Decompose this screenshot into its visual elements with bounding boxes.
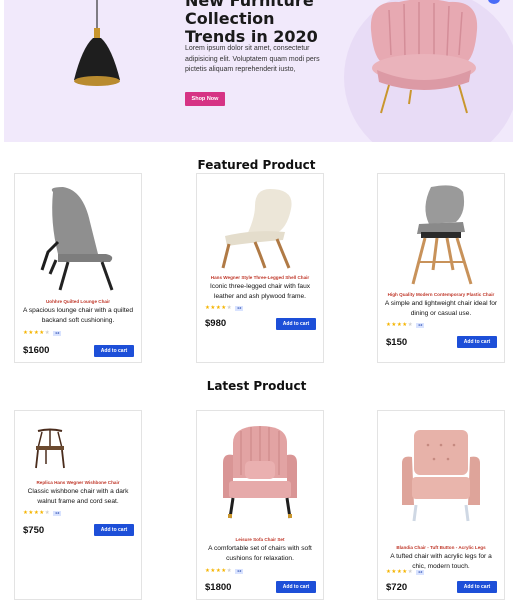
product-image	[378, 425, 504, 525]
hero-banner: New Furniture Collection Trends in 2020 …	[4, 0, 513, 142]
wishbone-chair-image	[35, 428, 65, 469]
product-description: Iconic three-legged chair with faux leat…	[209, 283, 311, 300]
product-price: $150	[386, 337, 408, 348]
product-card[interactable]: Leisure Sofa Chair Set A comfortable set…	[196, 410, 324, 600]
product-price: $1600	[23, 345, 50, 356]
hero-title: New Furniture Collection Trends in 2020	[185, 0, 335, 46]
product-price: $1800	[205, 582, 232, 593]
lounge-chair-image	[40, 187, 114, 291]
add-to-cart-button[interactable]: Add to cart	[276, 318, 316, 330]
star-rating-icon: ★★★★★	[23, 330, 51, 336]
product-card[interactable]: Hans Wegner Style Three-Legged Shell Cha…	[196, 173, 324, 363]
rating-badge: 4.0	[235, 305, 244, 311]
star-rating-icon: ★★★★★	[386, 569, 414, 575]
shop-now-button[interactable]: Shop Now	[185, 92, 225, 106]
star-rating-icon: ★★★★★	[23, 510, 51, 516]
hero-description: Lorem ipsum dolor sit amet, consectetur …	[185, 45, 320, 73]
hero-corner-dot	[488, 0, 500, 4]
product-description: A simple and lightweight chair ideal for…	[384, 300, 498, 317]
product-description: A comfortable set of chairs with soft cu…	[208, 545, 312, 562]
product-image	[15, 182, 141, 292]
product-card[interactable]: High Quality Modern Contemporary Plastic…	[377, 173, 505, 363]
shell-chair-image	[221, 189, 292, 269]
product-card[interactable]: Blandia Chair - Tuft Button - Acrylic Le…	[377, 410, 505, 600]
product-price: $750	[23, 525, 45, 536]
rating-badge: 4.0	[53, 510, 62, 516]
add-to-cart-button[interactable]: Add to cart	[276, 581, 316, 593]
product-card[interactable]: Uohhre Quilted Lounge Chair A spacious l…	[14, 173, 142, 363]
product-rating: ★★★★★ 4.0	[386, 568, 425, 576]
product-card[interactable]: Replica Hans Wegner Wishbone Chair Class…	[14, 410, 142, 600]
product-name[interactable]: Hans Wegner Style Three-Legged Shell Cha…	[200, 275, 320, 280]
latest-section-title: Latest Product	[206, 379, 307, 393]
product-image	[197, 184, 323, 269]
product-price: $980	[205, 318, 227, 329]
rating-badge: 4.0	[235, 568, 244, 574]
tufted-armchair-image	[402, 430, 480, 522]
pink-sofa-chair-image	[223, 426, 297, 519]
product-name[interactable]: Blandia Chair - Tuft Button - Acrylic Le…	[381, 545, 501, 550]
rating-badge: 4.0	[53, 330, 62, 336]
product-rating: ★★★★★ 4.0	[23, 329, 62, 337]
product-description: A spacious lounge chair with a quilted b…	[23, 307, 133, 324]
product-image	[378, 182, 504, 287]
star-rating-icon: ★★★★★	[205, 568, 233, 574]
product-rating: ★★★★★ 4.0	[205, 567, 244, 575]
plastic-chair-image	[411, 185, 473, 285]
add-to-cart-button[interactable]: Add to cart	[457, 336, 497, 348]
add-to-cart-button[interactable]: Add to cart	[94, 345, 134, 357]
product-image	[197, 423, 323, 523]
product-name[interactable]: High Quality Modern Contemporary Plastic…	[381, 292, 501, 297]
star-rating-icon: ★★★★★	[386, 322, 414, 328]
pink-armchair-image	[370, 0, 478, 114]
star-rating-icon: ★★★★★	[205, 305, 233, 311]
product-rating: ★★★★★ 4.0	[386, 321, 425, 329]
product-rating: ★★★★★ 4.0	[23, 509, 62, 517]
pendant-lamp-image	[74, 0, 120, 86]
rating-badge: 4.0	[416, 322, 425, 328]
hero-title-line: Collection	[185, 9, 275, 28]
product-name[interactable]: Uohhre Quilted Lounge Chair	[18, 299, 138, 304]
product-name[interactable]: Replica Hans Wegner Wishbone Chair	[18, 480, 138, 485]
featured-section-title: Featured Product	[197, 158, 316, 172]
product-price: $720	[386, 582, 408, 593]
product-description: Classic wishbone chair with a dark walnu…	[27, 488, 129, 505]
product-name[interactable]: Leisure Sofa Chair Set	[200, 537, 320, 542]
rating-badge: 4.0	[416, 569, 425, 575]
add-to-cart-button[interactable]: Add to cart	[94, 524, 134, 536]
product-rating: ★★★★★ 4.0	[205, 304, 244, 312]
product-image	[15, 426, 141, 471]
add-to-cart-button[interactable]: Add to cart	[457, 581, 497, 593]
